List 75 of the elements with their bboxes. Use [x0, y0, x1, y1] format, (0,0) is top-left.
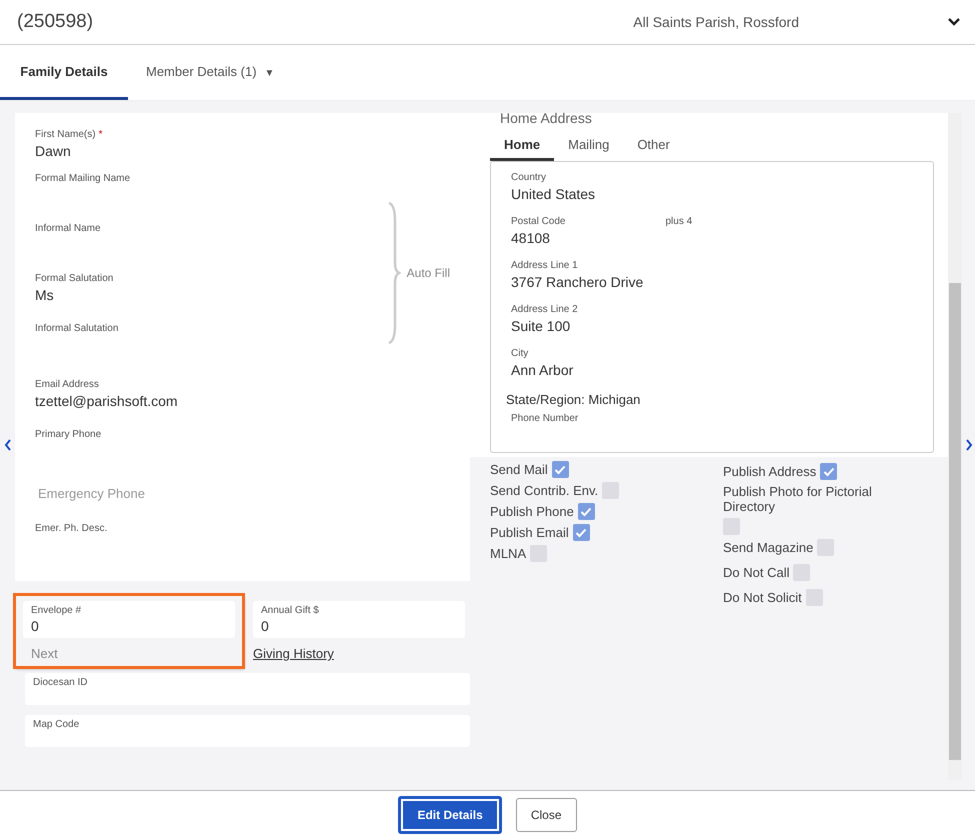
checkbox[interactable] [817, 539, 834, 556]
checkbox-label: Publish Photo for Pictorial Directory [723, 484, 873, 514]
checkbox-label: Do Not Solicit [723, 590, 802, 605]
field-label: Phone Number [511, 413, 580, 424]
checkbox-label: Publish Phone [490, 504, 574, 519]
checkbox-label: Publish Address [723, 464, 816, 479]
record-id: (250598) [17, 11, 94, 33]
checkbox[interactable] [602, 482, 620, 499]
field-label: City [511, 348, 528, 359]
checkmark-icon [554, 464, 566, 474]
edit-button[interactable]: Edit Details [398, 796, 502, 834]
tab[interactable]: Mailing [554, 133, 624, 161]
field-label: Country [511, 172, 546, 183]
auto-fill-label: Auto Fill [406, 266, 450, 280]
field-label: Email Address [35, 379, 100, 390]
checkbox[interactable] [552, 461, 569, 478]
checkbox-label: Publish Email [490, 525, 569, 540]
field-label: Annual Gift $ [261, 605, 320, 616]
checkbox-label: Send Magazine [723, 540, 814, 555]
checkmark-icon [822, 466, 835, 476]
field-value: Ann Arbor [511, 362, 574, 378]
parish-name: All Saints Parish, Rossford [633, 14, 799, 30]
chevron-left-icon[interactable] [4, 439, 12, 451]
checkmark-icon [580, 506, 592, 516]
checkbox[interactable] [806, 589, 823, 606]
field-value: Suite 100 [511, 318, 572, 334]
field-value: 0 [261, 618, 270, 634]
field-label: Map Code [33, 719, 80, 730]
field-label: Postal Code [511, 216, 566, 227]
chevron-down-icon[interactable] [947, 17, 961, 27]
section-heading: Home Address [499, 113, 593, 128]
scrollbar-thumb[interactable] [949, 283, 961, 760]
tab[interactable]: Member Details (1) ▼ [128, 45, 292, 100]
state-region-text: State/Region: Michigan [506, 392, 642, 407]
field-value: United States [511, 186, 596, 202]
checkbox[interactable] [530, 545, 548, 562]
chevron-right-icon[interactable] [965, 439, 973, 451]
field-label: Address Line 1 [511, 260, 578, 271]
scrollbar[interactable] [948, 113, 962, 780]
field-label: Informal Salutation [35, 323, 120, 334]
field-label: First Name(s) * [35, 129, 104, 140]
input-field[interactable]: Diocesan ID [25, 673, 470, 705]
field-value: 3767 Ranchero Drive [511, 274, 644, 290]
input-field[interactable]: Map Code [25, 715, 470, 747]
checkbox[interactable] [820, 463, 838, 480]
field-value: Ms [35, 287, 55, 303]
checkbox-label: Do Not Call [723, 565, 790, 580]
field-label: Formal Mailing Name [35, 173, 132, 184]
checkbox[interactable] [793, 564, 810, 581]
tab[interactable]: Other [623, 133, 684, 161]
checkbox[interactable] [723, 518, 740, 535]
field-label: plus 4 [665, 216, 692, 227]
checkbox[interactable] [572, 524, 590, 541]
field-value: tzettel@parishsoft.com [35, 393, 179, 409]
checkbox[interactable] [578, 503, 595, 520]
field-value: 0 [31, 618, 40, 634]
field-label: Primary Phone [35, 429, 102, 440]
checkbox-label: Send Contrib. Env. [490, 483, 598, 498]
input-field[interactable]: Annual Gift $ 0 [253, 601, 465, 638]
field-label: Envelope # [31, 605, 82, 616]
field-label: Informal Name [35, 223, 102, 234]
checkbox-label: Send Mail [490, 462, 548, 477]
tab[interactable]: Home [490, 133, 554, 161]
field-value: Dawn [35, 143, 72, 159]
giving-history-link[interactable]: Giving History [253, 646, 334, 661]
close-button[interactable]: Close [516, 798, 577, 832]
input-field[interactable]: Envelope # 0 [23, 601, 235, 638]
checkbox-label: MLNA [490, 546, 526, 561]
field-value: 48108 [511, 230, 551, 246]
field-label: Emer. Ph. Desc. [35, 523, 108, 534]
field-label: Formal Salutation [35, 273, 114, 284]
brace-icon [386, 201, 401, 345]
field-label: Diocesan ID [33, 677, 88, 688]
checkmark-icon [575, 528, 588, 538]
field-label: Address Line 2 [511, 304, 578, 315]
